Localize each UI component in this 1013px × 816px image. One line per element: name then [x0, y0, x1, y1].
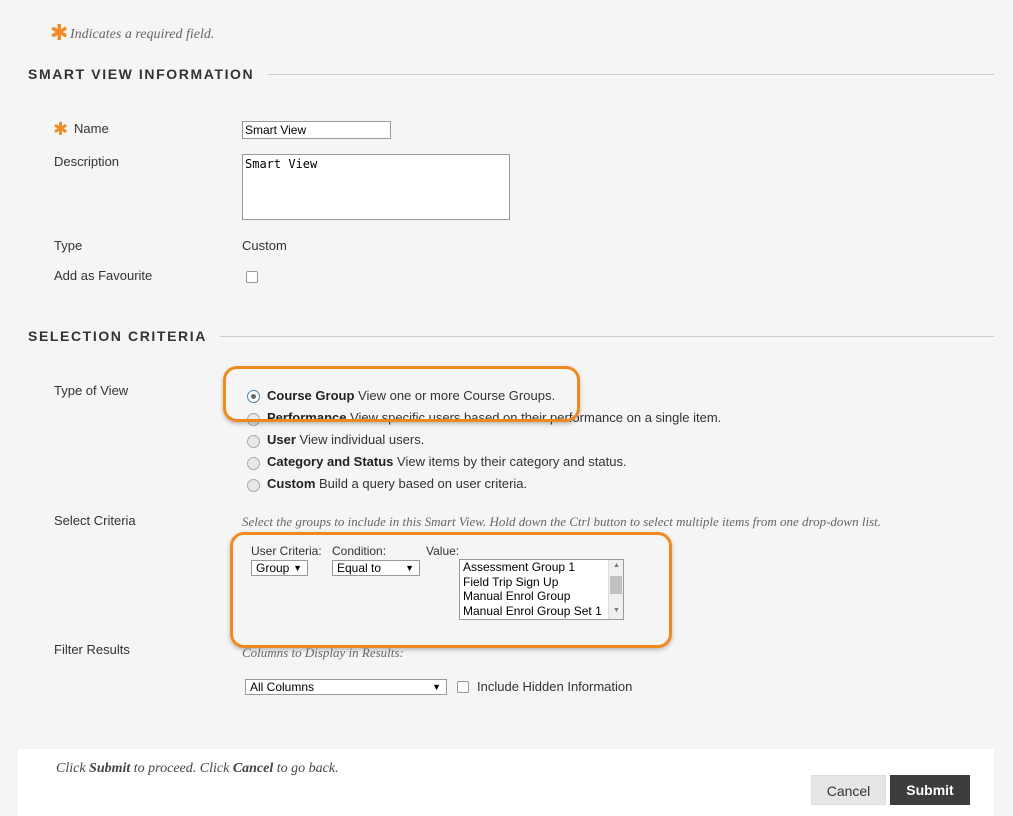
cancel-button[interactable]: Cancel [811, 775, 886, 805]
required-note: Indicates a required field. [70, 27, 215, 42]
type-value: Custom [242, 238, 287, 253]
required-star-icon: ✱ [50, 21, 69, 46]
include-hidden-label: Include Hidden Information [477, 679, 633, 694]
name-label: Name [74, 121, 109, 136]
option-desc: View individual users. [299, 432, 425, 447]
description-textarea[interactable]: Smart View [242, 154, 510, 220]
favourite-label: Add as Favourite [54, 268, 153, 283]
option-desc: View items by their category and status. [397, 454, 627, 469]
course-group-highlight [223, 366, 580, 422]
columns-select[interactable]: All Columns ▼ [245, 679, 447, 695]
option-name: Category and Status [267, 454, 394, 469]
instruction-text: Click [56, 761, 90, 776]
radio-custom[interactable] [247, 479, 260, 492]
radio-user[interactable] [247, 435, 260, 448]
section-divider [268, 74, 994, 75]
chevron-down-icon: ▼ [432, 682, 441, 692]
columns-value: All Columns [250, 680, 315, 694]
required-star-icon: ✱ [53, 119, 69, 140]
smart-view-section-title: SMART VIEW INFORMATION [28, 66, 255, 82]
radio-category-status[interactable] [247, 457, 260, 470]
option-user: User View individual users. [267, 432, 424, 447]
description-label: Description [54, 154, 120, 169]
instruction-cancel: Cancel [232, 761, 274, 776]
include-hidden-checkbox[interactable] [457, 681, 469, 693]
instruction-submit: Submit [89, 761, 131, 776]
footer-instruction: Click Submit to proceed. Click Cancel to… [56, 761, 339, 777]
option-custom: Custom Build a query based on user crite… [267, 476, 527, 491]
option-desc: Build a query based on user criteria. [319, 476, 528, 491]
option-name: Custom [267, 476, 316, 491]
selection-criteria-title: SELECTION CRITERIA [28, 328, 207, 344]
name-input[interactable] [242, 121, 391, 139]
favourite-checkbox[interactable] [246, 271, 258, 283]
type-of-view-label: Type of View [54, 383, 129, 398]
submit-button[interactable]: Submit [890, 775, 970, 805]
criteria-highlight [230, 532, 672, 648]
select-criteria-label: Select Criteria [54, 513, 136, 528]
instruction-text: to proceed. Click [130, 761, 233, 776]
select-criteria-hint: Select the groups to include in this Sma… [242, 514, 881, 529]
instruction-text: to go back. [273, 761, 339, 776]
option-name: User [267, 432, 296, 447]
filter-results-label: Filter Results [54, 642, 130, 657]
type-label: Type [54, 238, 83, 253]
section-divider [220, 336, 994, 337]
option-category-status: Category and Status View items by their … [267, 454, 627, 469]
